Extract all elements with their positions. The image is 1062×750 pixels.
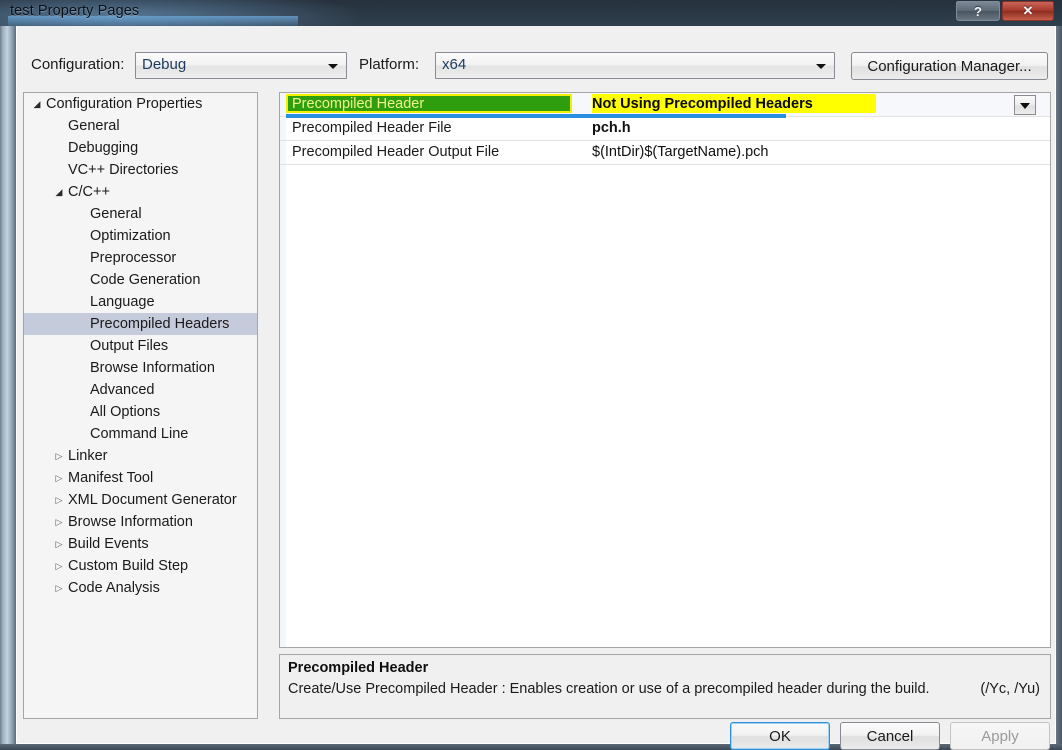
property-pages-window: test Property Pages ? ✕ Configuration: D… bbox=[0, 0, 1062, 750]
tree-item-label: Browse Information bbox=[68, 514, 193, 530]
property-row[interactable]: Precompiled Header Not Using Precompiled … bbox=[280, 93, 1050, 118]
grid-left-gutter bbox=[280, 93, 286, 647]
apply-button: Apply bbox=[950, 722, 1050, 750]
tree-item-label: Precompiled Headers bbox=[90, 316, 230, 332]
cancel-button[interactable]: Cancel bbox=[840, 722, 940, 750]
tree-item-label: Advanced bbox=[90, 382, 155, 398]
tree-item-debugging[interactable]: Debugging bbox=[24, 137, 257, 159]
tree-item-build-events[interactable]: ▷ Build Events bbox=[24, 533, 257, 555]
tree-item-manifest-tool[interactable]: ▷ Manifest Tool bbox=[24, 467, 257, 489]
configuration-label: Configuration: bbox=[31, 56, 125, 73]
tree-item-label: Code Analysis bbox=[68, 580, 160, 596]
tree-item-label: Optimization bbox=[90, 228, 171, 244]
tree-collapse-arrow-icon[interactable]: ▷ bbox=[52, 577, 66, 599]
property-value[interactable]: Not Using Precompiled Headers bbox=[592, 96, 813, 112]
tree-item-label: Manifest Tool bbox=[68, 470, 154, 486]
tree-item-language[interactable]: Language bbox=[24, 291, 257, 313]
tree-item-label: Output Files bbox=[90, 338, 169, 354]
description-title: Precompiled Header bbox=[288, 660, 429, 676]
platform-select[interactable]: x64 bbox=[435, 52, 835, 79]
tree-item-label: Preprocessor bbox=[90, 250, 177, 266]
tree-item-label: General bbox=[68, 118, 120, 134]
window-glass-left-edge bbox=[0, 0, 16, 750]
window-title: test Property Pages bbox=[10, 3, 140, 19]
tree-item-advanced[interactable]: Advanced bbox=[24, 379, 257, 401]
tree-collapse-arrow-icon[interactable]: ▷ bbox=[52, 533, 66, 555]
tree-item-label: XML Document Generator bbox=[68, 492, 237, 508]
property-name: Precompiled Header Output File bbox=[292, 144, 500, 160]
configuration-select[interactable]: Debug bbox=[135, 52, 347, 79]
property-row[interactable]: Precompiled Header File pch.h bbox=[280, 117, 1050, 141]
tree-collapse-arrow-icon[interactable]: ▷ bbox=[52, 555, 66, 577]
tree-item-all-options[interactable]: All Options bbox=[24, 401, 257, 423]
tree-item-browse-information[interactable]: ▷ Browse Information bbox=[24, 511, 257, 533]
tree-item-label: Browse Information bbox=[90, 360, 215, 376]
window-glass-right-edge bbox=[1056, 0, 1062, 750]
description-body: Create/Use Precompiled Header : Enables … bbox=[288, 681, 930, 697]
property-value-dropdown-button[interactable] bbox=[1014, 95, 1036, 115]
tree-item-label: Build Events bbox=[68, 536, 149, 552]
tree-item-label: General bbox=[90, 206, 142, 222]
tree-item-label: Language bbox=[90, 294, 155, 310]
tree-item-general[interactable]: General bbox=[24, 203, 257, 225]
tree-item-code-analysis[interactable]: ▷ Code Analysis bbox=[24, 577, 257, 599]
chevron-down-icon bbox=[816, 64, 826, 69]
description-switches: (/Yc, /Yu) bbox=[980, 681, 1040, 697]
ok-button[interactable]: OK bbox=[730, 722, 830, 750]
tree-item-label: All Options bbox=[90, 404, 161, 420]
tree-collapse-arrow-icon[interactable]: ▷ bbox=[52, 445, 66, 467]
tree-item-browse-information[interactable]: Browse Information bbox=[24, 357, 257, 379]
configuration-value: Debug bbox=[142, 56, 187, 73]
chevron-down-icon bbox=[328, 64, 338, 69]
help-button[interactable]: ? bbox=[956, 1, 1000, 21]
property-value[interactable]: $(IntDir)$(TargetName).pch bbox=[592, 144, 768, 160]
description-panel: Precompiled Header Create/Use Precompile… bbox=[279, 654, 1051, 719]
tree-item-label: VC++ Directories bbox=[68, 162, 179, 178]
tree-item-label: Linker bbox=[68, 448, 108, 464]
tree-item-optimization[interactable]: Optimization bbox=[24, 225, 257, 247]
property-name: Precompiled Header bbox=[292, 96, 425, 112]
tree-collapse-arrow-icon[interactable]: ▷ bbox=[52, 489, 66, 511]
tree-item-precompiled-headers[interactable]: Precompiled Headers bbox=[24, 313, 257, 335]
tree-item-label: Debugging bbox=[68, 140, 139, 156]
tree-item-linker[interactable]: ▷ Linker bbox=[24, 445, 257, 467]
chevron-down-icon bbox=[1020, 103, 1030, 109]
tree-item-label: Configuration Properties bbox=[46, 96, 203, 112]
close-button[interactable]: ✕ bbox=[1002, 1, 1054, 21]
tree-collapse-arrow-icon[interactable]: ▷ bbox=[52, 511, 66, 533]
configuration-properties-tree[interactable]: ◢ Configuration Properties General Debuggin… bbox=[23, 92, 258, 719]
tree-item-command-line[interactable]: Command Line bbox=[24, 423, 257, 445]
tree-collapse-arrow-icon[interactable]: ▷ bbox=[52, 467, 66, 489]
tree-item-configuration-properties[interactable]: ◢ Configuration Properties bbox=[24, 93, 257, 115]
configuration-manager-button[interactable]: Configuration Manager... bbox=[851, 52, 1048, 80]
tree-item-preprocessor[interactable]: Preprocessor bbox=[24, 247, 257, 269]
property-grid[interactable]: Precompiled Header Not Using Precompiled … bbox=[279, 92, 1051, 648]
tree-item-label: Code Generation bbox=[90, 272, 201, 288]
tree-expand-arrow-icon[interactable]: ◢ bbox=[52, 181, 66, 203]
title-bar[interactable]: test Property Pages ? ✕ bbox=[0, 0, 1062, 26]
platform-value: x64 bbox=[442, 56, 467, 73]
property-name: Precompiled Header File bbox=[292, 120, 452, 136]
dialog-client-area: Configuration: Debug Platform: x64 Confi… bbox=[16, 26, 1057, 750]
platform-label: Platform: bbox=[359, 56, 420, 73]
tree-item-code-generation[interactable]: Code Generation bbox=[24, 269, 257, 291]
tree-item-label: Command Line bbox=[90, 426, 189, 442]
property-row[interactable]: Precompiled Header Output File $(IntDir)$… bbox=[280, 141, 1050, 165]
tree-expand-arrow-icon[interactable]: ◢ bbox=[30, 93, 44, 115]
tree-item-c-c[interactable]: ◢ C/C++ bbox=[24, 181, 257, 203]
tree-item-xml-document-generator[interactable]: ▷ XML Document Generator bbox=[24, 489, 257, 511]
tree-item-general[interactable]: General bbox=[24, 115, 257, 137]
tree-item-output-files[interactable]: Output Files bbox=[24, 335, 257, 357]
tree-item-vc-directories[interactable]: VC++ Directories bbox=[24, 159, 257, 181]
tree-item-label: C/C++ bbox=[68, 184, 110, 200]
property-row-selection-bar bbox=[286, 114, 786, 118]
tree-item-custom-build-step[interactable]: ▷ Custom Build Step bbox=[24, 555, 257, 577]
property-value[interactable]: pch.h bbox=[592, 120, 631, 136]
tree-item-label: Custom Build Step bbox=[68, 558, 189, 574]
configuration-toolbar: Configuration: Debug Platform: x64 Confi… bbox=[17, 26, 1057, 80]
